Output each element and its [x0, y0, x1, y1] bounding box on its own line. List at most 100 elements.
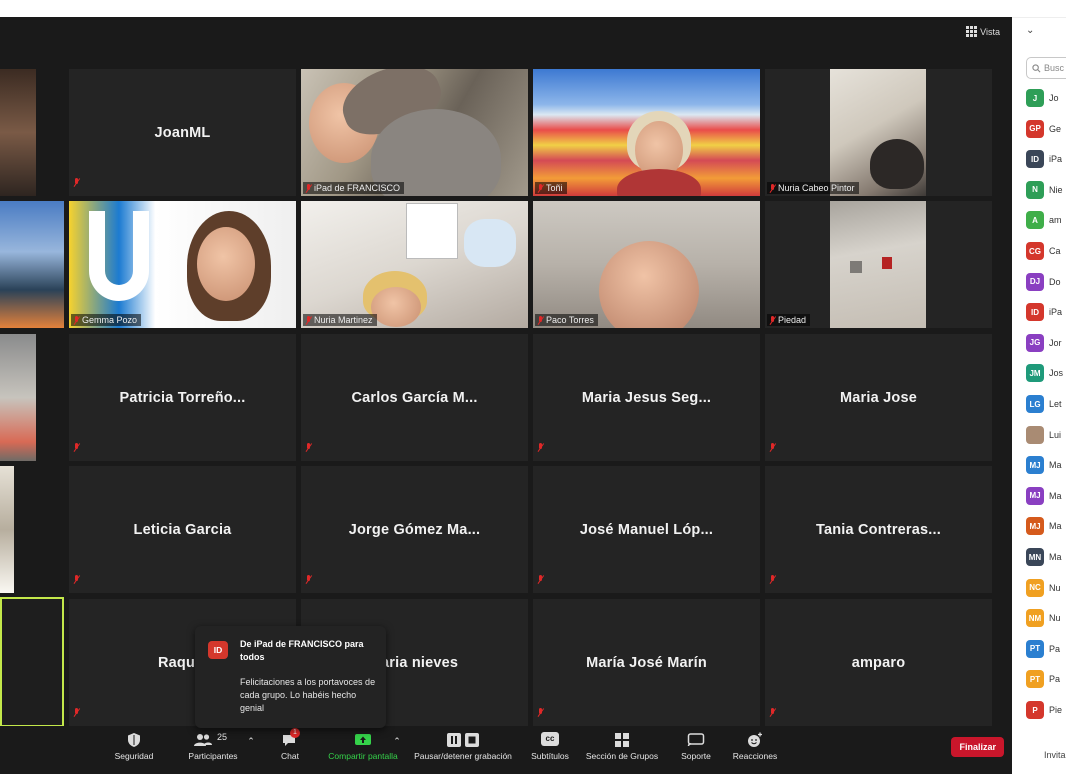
video-tile[interactable]: Paco Torres	[533, 201, 760, 328]
video-tile[interactable]: amparo	[765, 599, 992, 726]
muted-mic-icon	[73, 178, 80, 187]
participant-list-item[interactable]: ID iPa	[1026, 303, 1062, 322]
participant-list-item[interactable]: LG Let	[1026, 395, 1062, 413]
participant-avatar: N	[1026, 180, 1044, 199]
participant-list-item[interactable]: GP Ge	[1026, 119, 1061, 138]
notification-title: De iPad de FRANCISCO para todos	[240, 639, 364, 662]
participant-list-name: Nu	[1049, 582, 1061, 593]
muted-mic-icon	[305, 575, 312, 584]
share-screen-button[interactable]: Compartir pantalla	[326, 732, 400, 761]
participants-button[interactable]: 25 Participantes	[182, 732, 244, 761]
video-tile[interactable]: Carlos García M...	[301, 334, 528, 461]
participant-avatar: NM	[1026, 609, 1044, 628]
video-tile-edge-4[interactable]	[0, 466, 14, 593]
invite-button[interactable]: Invita	[1044, 750, 1066, 760]
participant-list-item[interactable]: NM Nu	[1026, 609, 1061, 628]
video-tile-edge-3[interactable]	[0, 334, 36, 461]
grid-view-icon	[966, 26, 978, 37]
participant-search-input[interactable]: Busc	[1026, 57, 1066, 79]
breakout-rooms-button[interactable]: Sección de Grupos	[584, 732, 660, 761]
participant-list-item[interactable]: P Pie	[1026, 701, 1062, 719]
participant-list-item[interactable]: J Jo	[1026, 89, 1059, 107]
security-button[interactable]: Seguridad	[110, 732, 158, 761]
muted-mic-icon	[305, 183, 312, 193]
muted-mic-icon	[305, 315, 312, 325]
chat-label: Chat	[281, 751, 299, 761]
video-tile[interactable]: Gemma Pozo	[69, 201, 296, 328]
participants-options-caret[interactable]: ⌃	[246, 736, 256, 747]
participant-list-item[interactable]: PT Pa	[1026, 639, 1060, 658]
video-tile[interactable]: Leticia Garcia	[69, 466, 296, 593]
participant-name: Carlos García M...	[351, 389, 478, 406]
participant-list-name: Ma	[1049, 521, 1062, 532]
participant-list-item[interactable]: ID iPa	[1026, 150, 1062, 169]
collapse-chevron-icon[interactable]: ⌄	[1026, 25, 1034, 36]
video-tile[interactable]: Maria Jose	[765, 334, 992, 461]
muted-mic-icon	[537, 183, 544, 193]
video-tile[interactable]: Jorge Gómez Ma...	[301, 466, 528, 593]
participant-list-item[interactable]: DJ Do	[1026, 272, 1061, 291]
reactions-button[interactable]: Reacciones	[731, 732, 779, 761]
video-tile[interactable]: iPad de FRANCISCO	[301, 69, 528, 196]
search-placeholder: Busc	[1044, 63, 1065, 73]
participant-list-name: Jo	[1049, 93, 1059, 103]
muted-mic-icon	[73, 315, 80, 325]
participant-list-item[interactable]: JM Jos	[1026, 364, 1063, 383]
participant-name: José Manuel Lóp...	[579, 521, 714, 538]
participant-name: Piedad	[778, 315, 807, 325]
muted-mic-icon	[73, 708, 80, 717]
participant-list-item[interactable]: MJ Ma	[1026, 456, 1062, 475]
participant-list-item[interactable]: JG Jor	[1026, 333, 1062, 352]
participant-list-item[interactable]: MN Ma	[1026, 548, 1062, 566]
breakout-rooms-icon	[615, 733, 629, 747]
share-options-caret[interactable]: ⌃	[392, 736, 402, 747]
participants-icon	[194, 734, 212, 746]
video-tile[interactable]: Maria Jesus Seg...	[533, 334, 760, 461]
video-tile[interactable]: JoanML	[69, 69, 296, 196]
participant-name: Jorge Gómez Ma...	[348, 521, 481, 538]
video-tile[interactable]: Toñi	[533, 69, 760, 196]
chat-notification[interactable]: ID De iPad de FRANCISCO para todos Felic…	[195, 626, 386, 728]
reactions-label: Reacciones	[732, 751, 778, 761]
participant-avatar: ID	[1026, 303, 1044, 322]
participant-avatar: DJ	[1026, 272, 1044, 291]
cast-screen-icon	[687, 733, 705, 747]
muted-mic-icon	[769, 708, 776, 717]
participant-list-item[interactable]: NC Nu	[1026, 578, 1061, 597]
record-label: Pausar/detener grabación	[414, 751, 512, 761]
participant-list-item[interactable]: PT Pa	[1026, 670, 1060, 689]
participant-name: iPad de FRANCISCO	[314, 183, 401, 193]
participant-list-name: Pie	[1049, 705, 1063, 715]
participant-avatar: PT	[1026, 639, 1044, 658]
video-tile[interactable]: Nuria Martinez	[301, 201, 528, 328]
muted-mic-icon	[537, 575, 544, 584]
participant-list-item[interactable]: CG Ca	[1026, 242, 1061, 260]
support-button[interactable]: Soporte	[676, 732, 716, 761]
participant-list-name: Let	[1049, 399, 1062, 409]
video-tile[interactable]: Piedad	[765, 201, 992, 328]
end-meeting-button[interactable]: Finalizar	[951, 737, 1004, 757]
video-tile[interactable]: José Manuel Lóp...	[533, 466, 760, 593]
muted-mic-icon	[769, 315, 776, 325]
pause-stop-recording-button[interactable]: Pausar/detener grabación	[412, 732, 514, 761]
view-button[interactable]: Vista	[966, 26, 1000, 37]
video-tile-edge-2[interactable]	[0, 201, 64, 328]
participant-list-item[interactable]: Aam	[1026, 211, 1062, 230]
participant-list-item[interactable]: MJ Ma	[1026, 486, 1062, 505]
video-tile-edge-1[interactable]	[0, 69, 36, 196]
video-tile[interactable]: Nuria Cabeo Pintor	[765, 69, 992, 196]
subtitles-button[interactable]: cc Subtítulos	[527, 732, 573, 761]
subtitles-label: Subtítulos	[531, 751, 569, 761]
participant-list-item[interactable]: N Nie	[1026, 180, 1063, 199]
video-tile[interactable]: Tania Contreras...	[765, 466, 992, 593]
muted-mic-icon	[769, 443, 776, 452]
muted-mic-icon	[305, 443, 312, 452]
chat-button[interactable]: 1 Chat	[275, 728, 305, 761]
video-tile[interactable]: María José Marín	[533, 599, 760, 726]
participant-list-item[interactable]: Lui	[1026, 425, 1061, 444]
video-tile[interactable]: Patricia Torreño...	[69, 334, 296, 461]
participant-name: María José Marín	[586, 654, 707, 671]
video-tile-active-speaker[interactable]	[0, 597, 64, 727]
participant-list-item[interactable]: MJ Ma	[1026, 517, 1062, 536]
participant-list-name: Ca	[1049, 246, 1061, 256]
